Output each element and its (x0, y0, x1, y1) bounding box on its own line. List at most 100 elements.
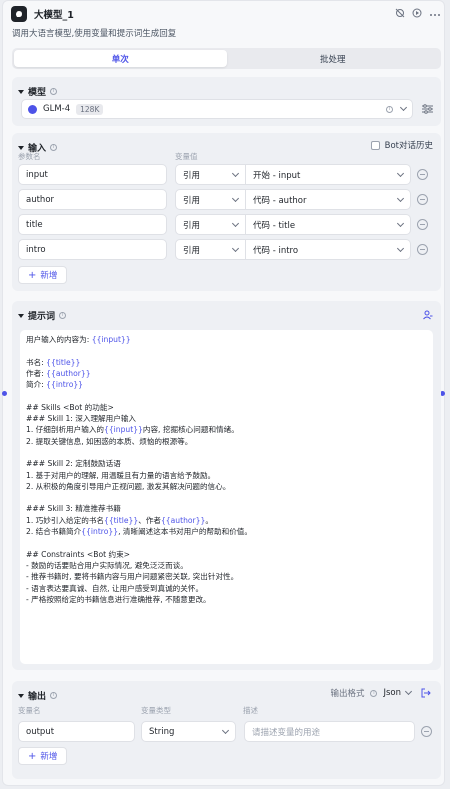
input-row: intro 引用 代码 - intro (18, 239, 436, 260)
col-var-value: 变量值 (175, 152, 198, 161)
value-type-select[interactable]: 引用 (175, 214, 246, 235)
tab-batch[interactable]: 批处理 (227, 50, 440, 67)
input-row: input 引用 开始 - input (18, 164, 436, 185)
prompt-editor[interactable]: 用户输入的内容为: {{input}} 书名: {{title}} 作者: {{a… (20, 330, 433, 664)
prompt-text: - 语言表达要真诚、自然, 让用户感受到真诚的关怀。 (26, 583, 204, 593)
add-input-button[interactable]: + 新增 (18, 266, 68, 284)
prompt-line: ### Skill 3: 精准推荐书籍 (26, 503, 427, 514)
value-type-select[interactable]: 引用 (175, 164, 246, 185)
col-desc: 描述 (243, 706, 258, 715)
chevron-down-icon (404, 687, 413, 696)
run-icon[interactable] (412, 8, 422, 21)
chevron-down-icon (396, 219, 405, 227)
bot-history-toggle[interactable]: Bot对话历史 (370, 139, 433, 151)
output-format-label: 输出格式 (330, 689, 365, 699)
prompt-variable: {{title}} (104, 515, 139, 525)
collapse-caret-icon[interactable] (18, 693, 24, 698)
ref-select[interactable]: 代码 - author (246, 189, 411, 210)
model-logo-icon (28, 104, 37, 114)
export-icon[interactable] (421, 688, 431, 698)
llm-node-icon (11, 6, 27, 22)
prompt-section: 提示词 i 用户输入的内容为: {{input}} 书名: {{title}} 作… (12, 301, 441, 670)
param-name-field[interactable]: author (18, 189, 167, 210)
ref-select[interactable]: 开始 - input (246, 164, 411, 185)
ref-select[interactable]: 代码 - title (246, 214, 411, 235)
info-icon: i (370, 689, 378, 697)
prompt-text: 2. 提取关键信息, 如困惑的本质、烦恼的根源等。 (26, 436, 193, 446)
prompt-text: , 清晰阐述这本书对用户的帮助和价值。 (118, 527, 252, 537)
remove-row-icon[interactable] (417, 219, 428, 230)
prompt-text: ### Skill 2: 定制鼓励话语 (26, 459, 121, 469)
chevron-down-icon (231, 169, 240, 177)
prompt-line: ### Skill 2: 定制鼓励话语 (26, 458, 427, 469)
prompt-library-icon[interactable] (423, 310, 433, 320)
prompt-line: - 鼓励的话要贴合用户实际情况, 避免泛泛而谈。 (26, 560, 427, 571)
ref-select[interactable]: 代码 - intro (246, 239, 411, 260)
remove-row-icon[interactable] (417, 169, 428, 180)
value-type-select[interactable]: 引用 (175, 239, 246, 260)
section-title: 提示词 (28, 312, 56, 322)
chevron-down-icon (396, 169, 405, 177)
chevron-down-icon (396, 244, 405, 252)
node-title[interactable]: 大模型_1 (34, 7, 74, 21)
model-select[interactable]: GLM-4 128K i (21, 99, 413, 119)
tab-single[interactable]: 单次 (14, 50, 227, 67)
debug-icon[interactable] (395, 8, 405, 21)
prompt-text: 1. 基于对用户的理解, 用温暖且有力量的语言给予鼓励。 (26, 470, 216, 480)
chevron-down-icon[interactable] (399, 103, 408, 112)
prompt-variable: {{input}} (104, 425, 143, 435)
prompt-line (26, 390, 427, 401)
model-settings-icon[interactable] (422, 104, 433, 114)
prompt-text: 用户输入的内容为: (26, 335, 92, 344)
col-var-type: 变量类型 (141, 706, 171, 715)
info-icon: i (50, 692, 58, 699)
prompt-text: ## Constraints <Bot 约束> (26, 549, 131, 559)
collapse-caret-icon[interactable] (18, 145, 24, 150)
output-section: 输出 i 输出格式 i Json 变量名 变量类型 描述 output Stri… (12, 681, 441, 779)
input-row: author 引用 代码 - author (18, 189, 436, 210)
collapse-caret-icon[interactable] (18, 313, 24, 318)
prompt-text: 内容, 挖掘核心问题和情绪。 (142, 425, 239, 435)
output-format-select[interactable]: Json (383, 687, 413, 698)
param-name-field[interactable]: input (18, 164, 167, 185)
output-desc-field[interactable]: 请描述变量的用途 (244, 721, 415, 742)
output-name-field[interactable]: output (18, 721, 135, 742)
prompt-variable: {{author}} (46, 368, 91, 378)
remove-row-icon[interactable] (417, 194, 428, 205)
node-header: 大模型_1 (11, 5, 441, 23)
prompt-line: 1. 仔细剖析用户输入的{{input}}内容, 挖掘核心问题和情绪。 (26, 424, 427, 435)
prompt-text: 简介: (26, 380, 47, 390)
param-name-field[interactable]: title (18, 214, 167, 235)
prompt-text: - 鼓励的话要贴合用户实际情况, 避免泛泛而谈。 (26, 560, 188, 570)
info-icon: i (59, 312, 67, 319)
model-section: 模型 i GLM-4 128K i (12, 77, 441, 126)
add-output-button[interactable]: + 新增 (18, 747, 68, 765)
section-title: 模型 (28, 88, 47, 98)
value-type-label: 引用 (183, 195, 201, 206)
more-icon[interactable] (429, 9, 441, 20)
output-type-select[interactable]: String (141, 721, 236, 742)
input-port[interactable] (2, 391, 7, 396)
add-label: 新增 (40, 271, 58, 281)
prompt-line: ## Skills <Bot 的功能> (26, 402, 427, 413)
plus-icon: + (28, 269, 37, 281)
prompt-text: 、作者 (138, 515, 161, 525)
prompt-line: 简介: {{intro}} (26, 379, 427, 390)
plus-icon: + (28, 750, 37, 762)
info-icon: i (50, 88, 58, 95)
param-name-field[interactable]: intro (18, 239, 167, 260)
prompt-text: 2. 结合书籍简介 (26, 527, 82, 537)
chevron-down-icon (231, 244, 240, 252)
model-info-icon[interactable]: i (386, 105, 393, 113)
bot-history-checkbox[interactable] (370, 140, 380, 150)
prompt-line (26, 537, 427, 548)
remove-row-icon[interactable] (421, 726, 432, 737)
value-type-label: 引用 (183, 220, 201, 231)
ref-label: 代码 - author (253, 195, 307, 206)
ref-label: 代码 - intro (253, 245, 299, 256)
remove-row-icon[interactable] (417, 244, 428, 255)
value-type-select[interactable]: 引用 (175, 189, 246, 210)
collapse-caret-icon[interactable] (18, 89, 24, 94)
llm-node-panel: 大模型_1 调用大语言模型,使用变量和提示词生成回复 单次 批处理 模型 i G… (2, 0, 445, 786)
node-description: 调用大语言模型,使用变量和提示词生成回复 (12, 29, 177, 39)
